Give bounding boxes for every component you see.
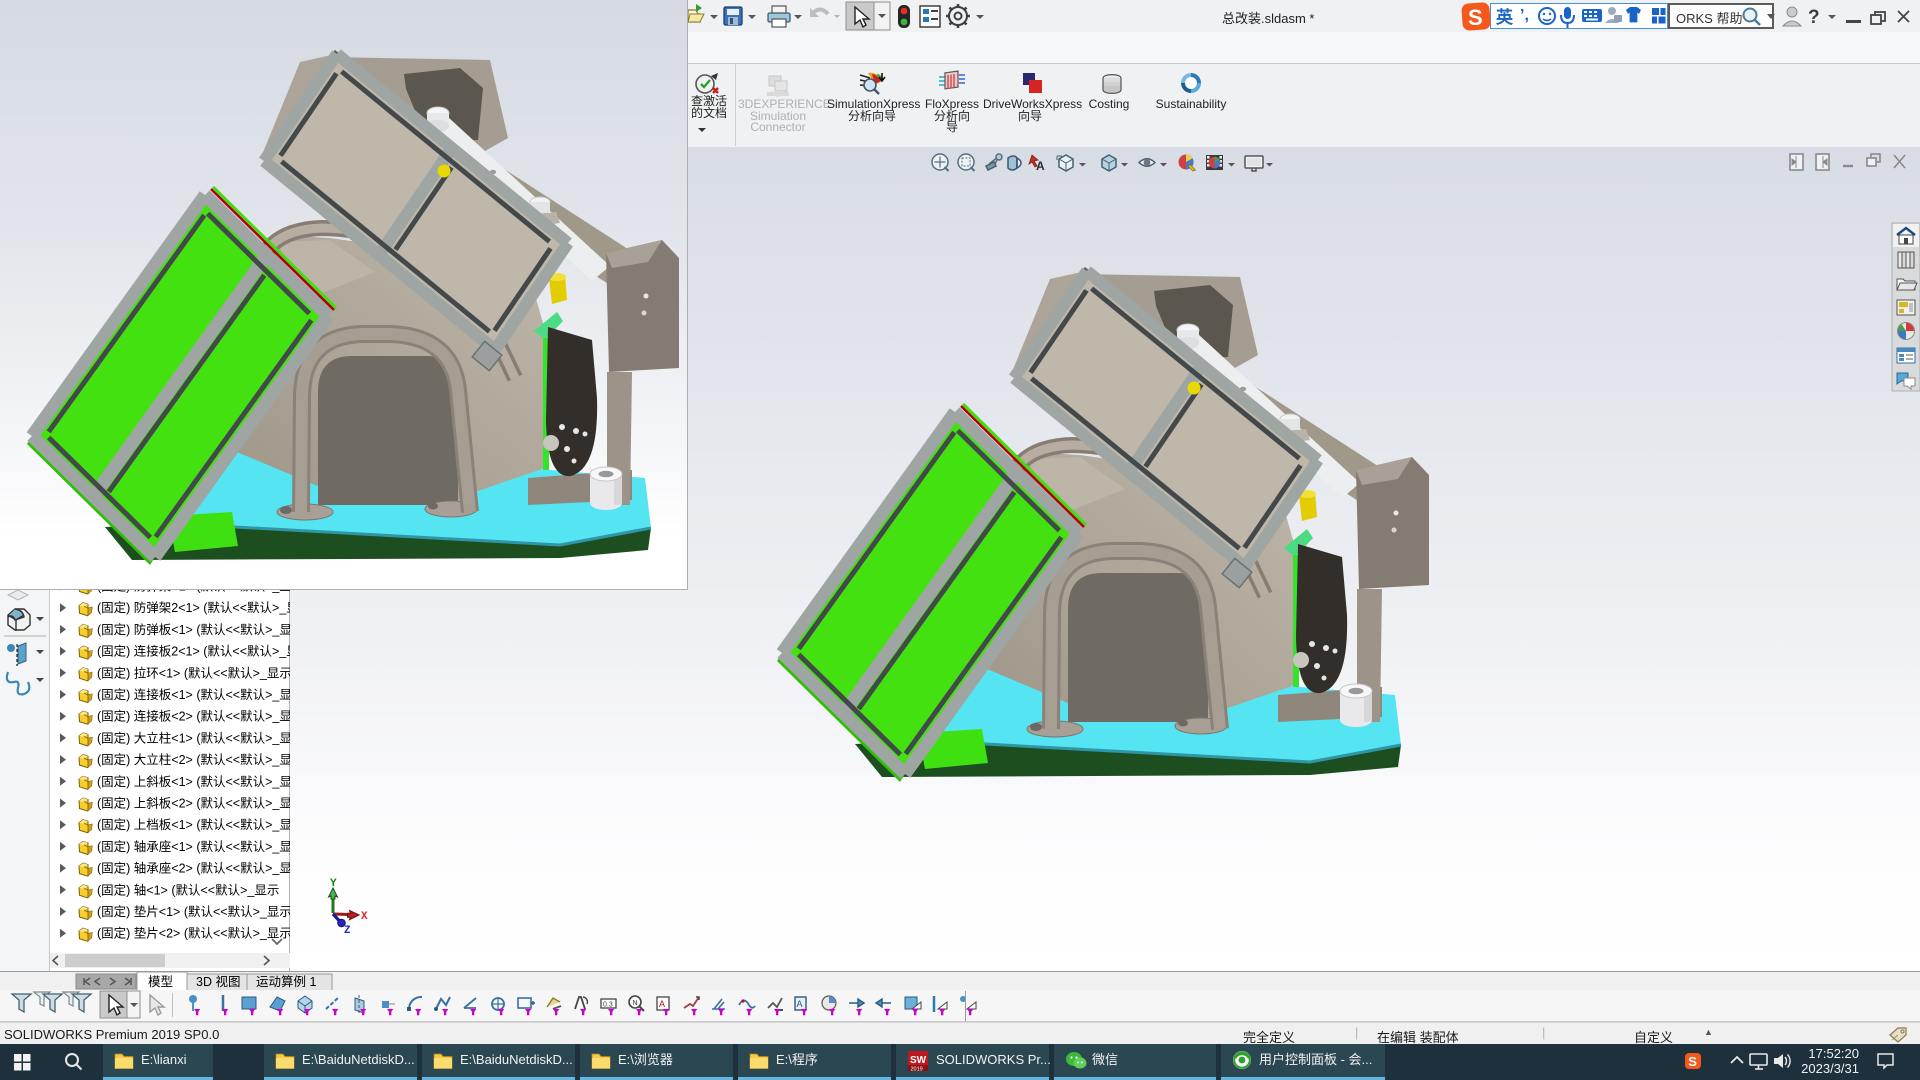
svg-text:微信: 微信 — [1092, 1052, 1118, 1067]
svg-text:3D 视图: 3D 视图 — [196, 974, 240, 989]
svg-text:2019: 2019 — [911, 1067, 923, 1073]
svg-text:’,: ’, — [1520, 7, 1529, 24]
svg-text:0.3: 0.3 — [603, 1002, 613, 1009]
svg-text:(固定) 轴承座<2> (默认<<默认>_显示: (固定) 轴承座<2> (默认<<默认>_显示 — [97, 861, 290, 876]
svg-text:A: A — [659, 999, 665, 1009]
svg-text:E:\lianxi: E:\lianxi — [141, 1052, 187, 1067]
svg-text:(固定) 轴承座<1> (默认<<默认>_显示: (固定) 轴承座<1> (默认<<默认>_显示 — [97, 839, 290, 854]
svg-text:(固定) 防弹板<1> (默认<<默认>_显示: (固定) 防弹板<1> (默认<<默认>_显示 — [97, 622, 290, 637]
svg-text:(固定) 上斜板<1> (默认<<默认>_显示: (固定) 上斜板<1> (默认<<默认>_显示 — [97, 774, 290, 789]
svg-text:(固定) 防弹架2<1> (默认<<默认>_显示: (固定) 防弹架2<1> (默认<<默认>_显示 — [97, 600, 290, 615]
svg-text:(固定) 连接板<1> (默认<<默认>_显示: (固定) 连接板<1> (默认<<默认>_显示 — [97, 687, 290, 702]
svg-text:E:\程序: E:\程序 — [776, 1052, 818, 1067]
svg-text:Y: Y — [330, 878, 337, 890]
svg-text:A: A — [797, 999, 803, 1009]
svg-text:17:52:20: 17:52:20 — [1808, 1046, 1859, 1061]
svg-text:(固定) 垫片<2> (默认<<默认>_显示: (固定) 垫片<2> (默认<<默认>_显示 — [97, 926, 290, 941]
svg-text:E:\浏览器: E:\浏览器 — [618, 1052, 673, 1067]
svg-text:2023/3/31: 2023/3/31 — [1801, 1061, 1859, 1076]
svg-text:(固定) 大立柱<2> (默认<<默认>_显示: (固定) 大立柱<2> (默认<<默认>_显示 — [97, 752, 290, 767]
svg-text:(固定) 上档板<1> (默认<<默认>_显示: (固定) 上档板<1> (默认<<默认>_显示 — [97, 817, 290, 832]
svg-text:(固定) 垫片<1> (默认<<默认>_显示: (固定) 垫片<1> (默认<<默认>_显示 — [97, 904, 290, 919]
svg-text:X: X — [361, 911, 368, 923]
svg-text:模型: 模型 — [148, 975, 173, 989]
svg-text:(固定) 连接板<2> (默认<<默认>_显示: (固定) 连接板<2> (默认<<默认>_显示 — [97, 709, 290, 724]
svg-text:(固定) 大立柱<1> (默认<<默认>_显示: (固定) 大立柱<1> (默认<<默认>_显示 — [97, 730, 290, 745]
svg-text:英: 英 — [1496, 7, 1514, 27]
svg-text:N: N — [633, 1000, 638, 1007]
svg-text:E:\BaiduNetdiskD...: E:\BaiduNetdiskD... — [302, 1052, 415, 1067]
svg-text:A: A — [1036, 159, 1045, 173]
svg-text:SOLIDWORKS Pr...: SOLIDWORKS Pr... — [936, 1052, 1051, 1067]
svg-text:运动算例 1: 运动算例 1 — [256, 974, 316, 989]
svg-text:(固定) 连接板2<1> (默认<<默认>_显示: (固定) 连接板2<1> (默认<<默认>_显示 — [97, 644, 290, 659]
svg-text:用户控制面板 - 会...: 用户控制面板 - 会... — [1259, 1052, 1372, 1067]
svg-text:(固定) 轴<1> (默认<<默认>_显示: (固定) 轴<1> (默认<<默认>_显示 — [97, 882, 279, 897]
svg-text:Z: Z — [344, 925, 351, 937]
svg-text:S: S — [1688, 1054, 1697, 1069]
svg-text:(固定) 拉环<1> (默认<<默认>_显示: (固定) 拉环<1> (默认<<默认>_显示 — [97, 665, 290, 680]
svg-text:S: S — [1468, 5, 1483, 30]
svg-text:?: ? — [1808, 7, 1820, 28]
svg-text:E:\BaiduNetdiskD...: E:\BaiduNetdiskD... — [460, 1052, 573, 1067]
svg-text:(固定) 上斜板<2> (默认<<默认>_显示: (固定) 上斜板<2> (默认<<默认>_显示 — [97, 796, 290, 811]
svg-text:SW: SW — [910, 1055, 927, 1066]
